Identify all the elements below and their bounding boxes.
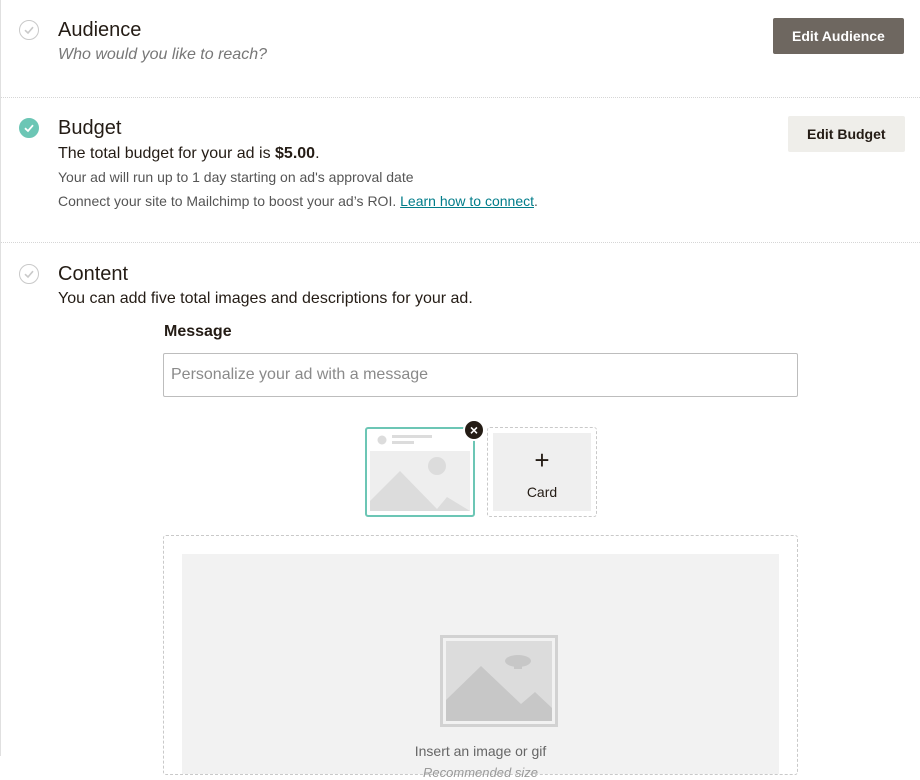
section-divider [1, 97, 920, 98]
add-card-surface: + Card [493, 433, 591, 511]
budget-total-suffix: . [315, 145, 320, 162]
budget-status-check-icon [19, 118, 39, 138]
audience-subtitle: Who would you like to reach? [58, 46, 267, 63]
content-status-check-icon [19, 264, 39, 284]
message-input[interactable] [163, 353, 798, 397]
budget-total-text: The total budget for your ad is [58, 145, 276, 162]
message-label: Message [164, 323, 232, 340]
remove-card-close-icon[interactable]: × [463, 419, 485, 441]
budget-connect-line: Connect your site to Mailchimp to boost … [58, 193, 538, 209]
image-drop-zone[interactable]: Insert an image or gif Recommended size [163, 535, 798, 780]
budget-total-line: The total budget for your ad is $5.00. [58, 145, 320, 163]
content-title: Content [58, 263, 129, 285]
budget-title: Budget [58, 117, 122, 139]
drop-zone-subtext: Recommended size [423, 765, 538, 780]
budget-duration-text: Your ad will run up to 1 day starting on… [58, 169, 414, 185]
plus-icon: + [534, 445, 550, 475]
add-card-label: Card [526, 484, 558, 500]
budget-amount: $5.00 [275, 145, 316, 162]
budget-connect-suffix: . [534, 193, 538, 209]
content-description: You can add five total images and descri… [58, 290, 473, 307]
add-card-button[interactable]: + Card [487, 427, 597, 517]
drop-zone-text: Insert an image or gif [414, 743, 547, 759]
image-drop-surface: Insert an image or gif Recommended size [182, 554, 779, 780]
image-placeholder-icon [440, 635, 558, 727]
section-divider [1, 242, 920, 243]
learn-how-to-connect-link[interactable]: Learn how to connect [400, 193, 534, 209]
image-placeholder-icon [370, 435, 470, 511]
audience-status-check-icon [19, 20, 39, 40]
budget-connect-text: Connect your site to Mailchimp to boost … [58, 193, 401, 209]
audience-title: Audience [58, 19, 142, 41]
card-thumbnail[interactable] [365, 427, 475, 517]
edit-budget-button[interactable]: Edit Budget [788, 116, 905, 152]
edit-audience-button[interactable]: Edit Audience [773, 18, 904, 54]
left-border [0, 0, 1, 756]
